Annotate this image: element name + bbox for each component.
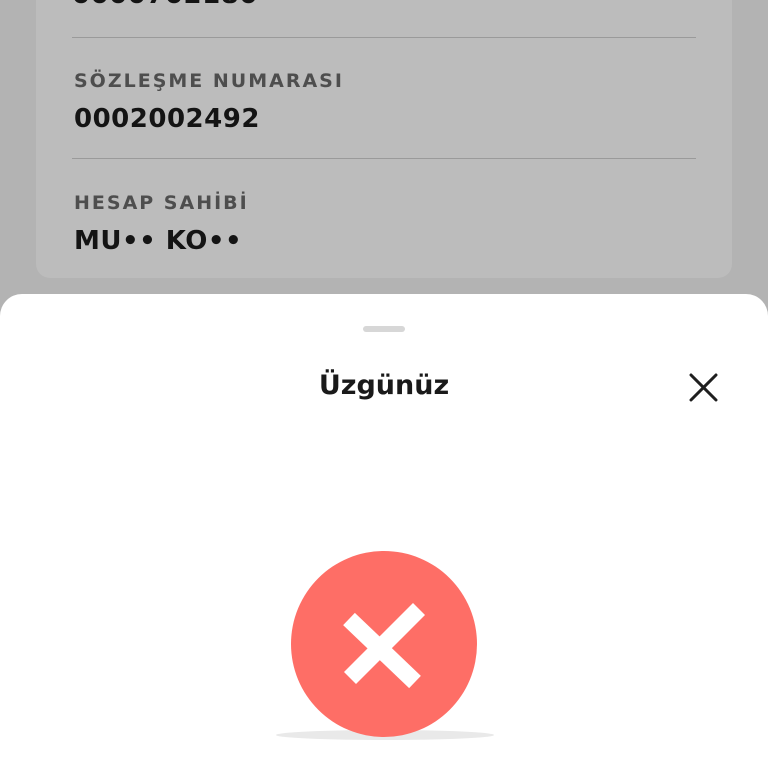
contract-number-label: SÖZLEŞME NUMARASI xyxy=(74,70,344,92)
close-icon xyxy=(689,373,718,402)
account-holder-label: HESAP SAHİBİ xyxy=(74,192,249,214)
error-x-icon xyxy=(291,551,477,737)
close-button[interactable] xyxy=(683,370,723,406)
sheet-title: Üzgünüz xyxy=(318,370,450,401)
account-holder-value: MU•• KO•• xyxy=(74,226,243,256)
divider xyxy=(72,158,696,159)
screen: 0000702180 SÖZLEŞME NUMARASI 0002002492 … xyxy=(0,0,768,768)
error-bottom-sheet: Üzgünüz xyxy=(0,294,768,768)
contract-number-field: SÖZLEŞME NUMARASI 0002002492 xyxy=(74,70,696,134)
divider xyxy=(72,37,696,38)
sheet-drag-handle[interactable] xyxy=(363,326,405,332)
account-number-value: 0000702180 xyxy=(72,0,258,8)
account-holder-field: HESAP SAHİBİ MU•• KO•• xyxy=(74,192,696,256)
contract-number-value: 0002002492 xyxy=(74,104,260,134)
